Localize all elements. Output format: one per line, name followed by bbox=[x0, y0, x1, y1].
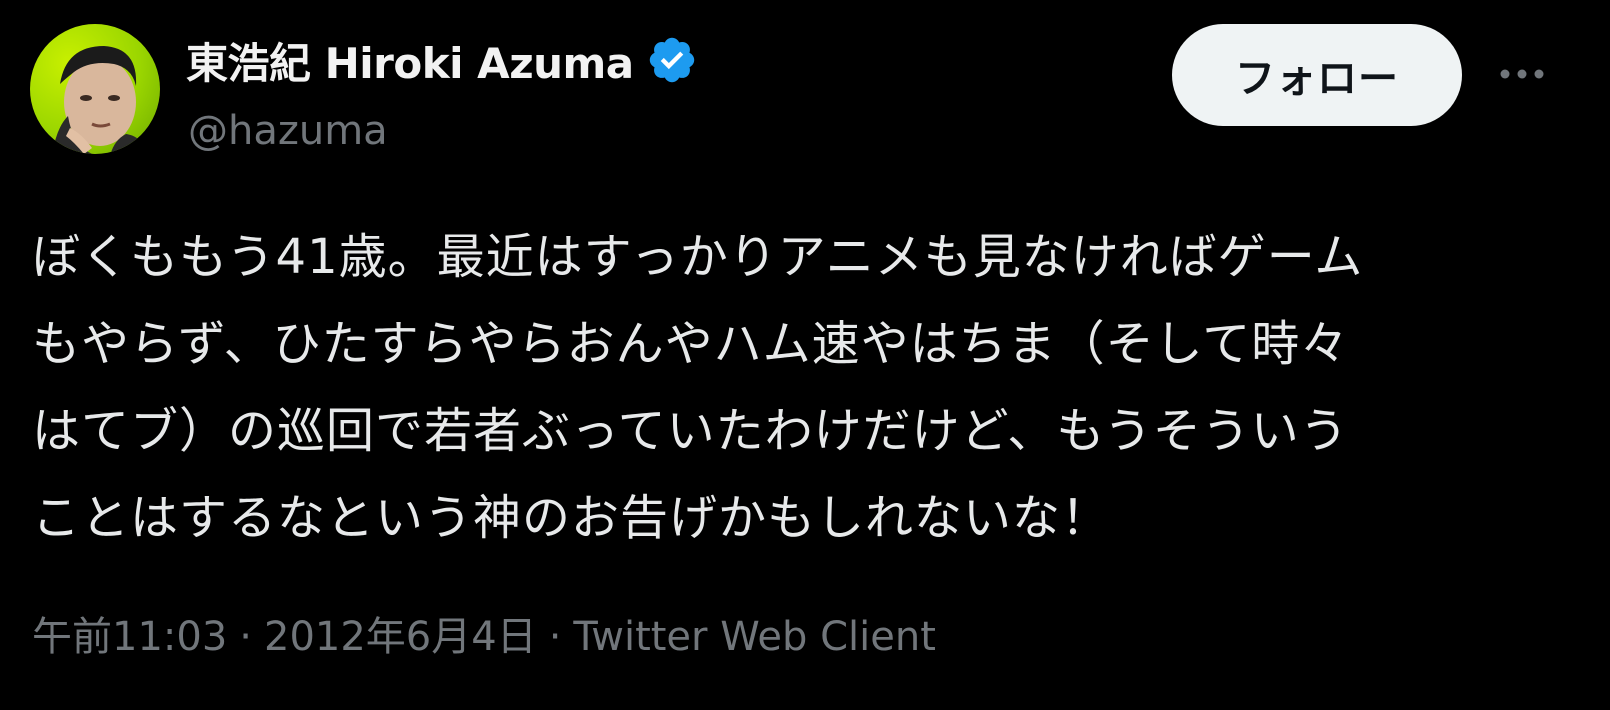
tweet-text-line: ことはするなという神のお告げかもしれないな！ bbox=[32, 490, 1111, 546]
tweet-text-line: ぼくももう41歳。最近はすっかりアニメも見なければゲーム bbox=[32, 229, 1364, 285]
tweet-text-line: もやらず、ひたすらやらおんやハム速やはちま（そして時々 bbox=[32, 316, 1350, 372]
author-handle[interactable]: @hazuma bbox=[188, 108, 388, 154]
author-display-name[interactable]: 東浩紀 Hiroki Azuma bbox=[186, 30, 634, 91]
tweet-text: ぼくももう41歳。最近はすっかりアニメも見なければゲーム もやらず、ひたすらやら… bbox=[32, 214, 1552, 562]
meta-separator: · bbox=[548, 614, 562, 660]
more-horizontal-icon bbox=[1500, 69, 1544, 79]
follow-button[interactable]: フォロー bbox=[1172, 24, 1462, 126]
avatar-image bbox=[52, 46, 150, 154]
tweet-client: Twitter Web Client bbox=[573, 614, 936, 660]
author-name-row: 東浩紀 Hiroki Azuma bbox=[186, 30, 698, 90]
verified-badge-icon[interactable] bbox=[646, 34, 698, 86]
tweet-metadata: 午前11:03 · 2012年6月4日 · Twitter Web Client bbox=[32, 604, 936, 662]
tweet-date[interactable]: 2012年6月4日 bbox=[264, 614, 537, 660]
tweet-time[interactable]: 午前11:03 bbox=[32, 614, 227, 660]
more-options-button[interactable] bbox=[1492, 48, 1552, 100]
avatar[interactable] bbox=[30, 24, 160, 154]
meta-separator: · bbox=[239, 614, 252, 660]
tweet-text-line: はてブ）の巡回で若者ぶっていたわけだけど、もうそういう bbox=[32, 403, 1349, 459]
tweet-card: 東浩紀 Hiroki Azuma @hazuma フォロー ぼくももう41歳。最… bbox=[0, 0, 1610, 710]
